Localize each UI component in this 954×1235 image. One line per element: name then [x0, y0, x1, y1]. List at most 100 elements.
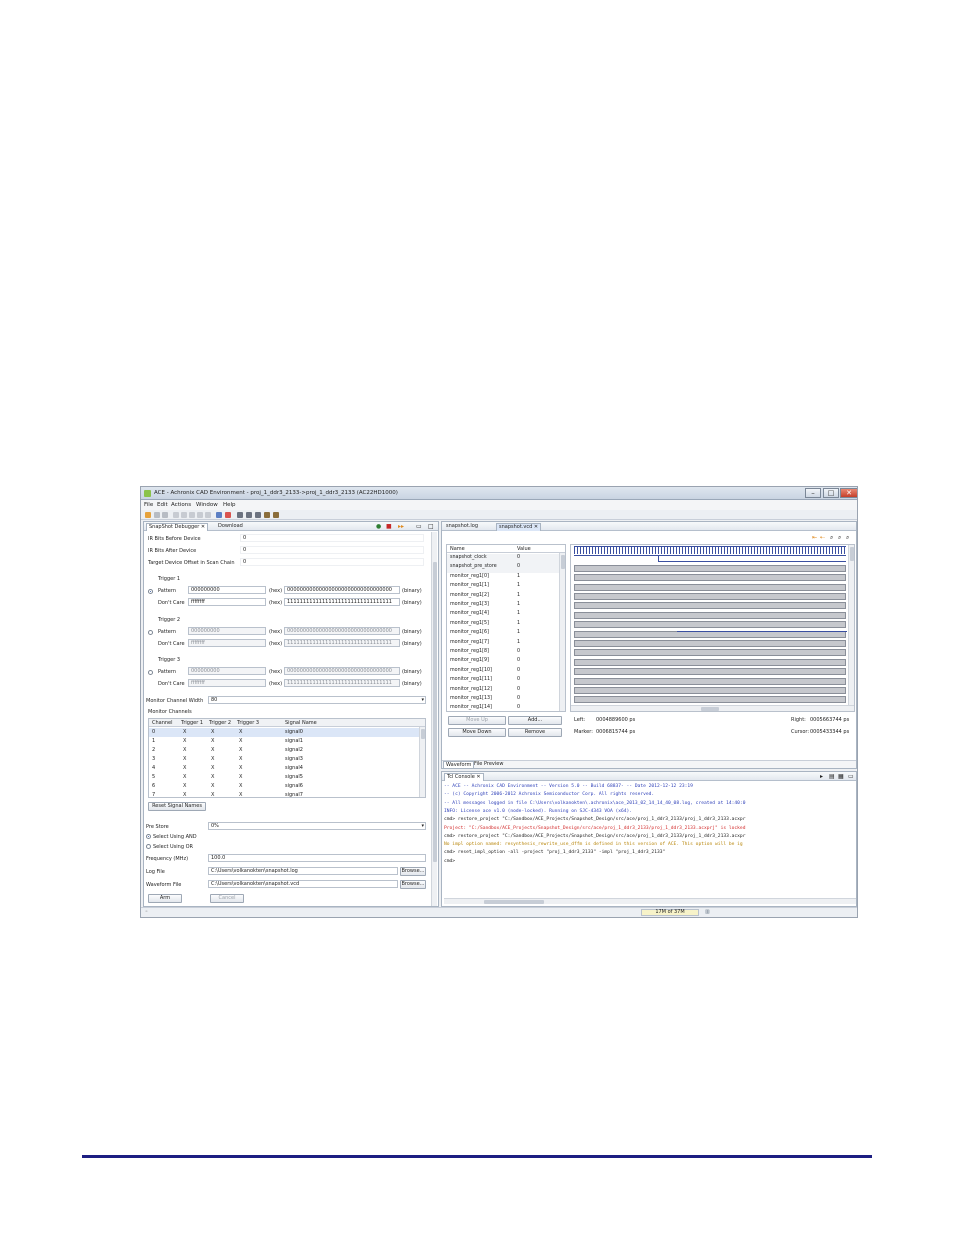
list-item[interactable]: monitor_reg1[8] 0 — [447, 648, 559, 657]
tab-snapshot-log[interactable]: snapshot.log — [444, 523, 480, 531]
frequency-field[interactable]: 100.0 — [208, 854, 426, 862]
tab-waveform[interactable]: Waveform — [443, 761, 475, 768]
trigger3-pattern-bin[interactable]: 000000000000000000000000000000000 — [284, 667, 400, 675]
list-item[interactable]: monitor_reg1[3] 1 — [447, 601, 559, 610]
minimize-button[interactable]: – — [805, 488, 821, 498]
close-button[interactable]: ✕ — [840, 488, 857, 498]
table-row[interactable]: 5 X X Xsignal5 — [149, 773, 419, 782]
trigger1-dontcare-bin[interactable]: 111111111111111111111111111111111 — [284, 598, 400, 606]
scroll-thumb[interactable] — [701, 707, 719, 711]
trigger1-pattern-bin[interactable]: 000000000000000000000000000000000 — [284, 586, 400, 594]
zoom-out-icon[interactable]: ⌕ — [838, 534, 841, 542]
trigger3-pattern-hex[interactable]: 000000000 — [188, 667, 266, 675]
maximize-view-icon[interactable]: □ — [428, 523, 434, 530]
add-signal-button[interactable]: Add... — [508, 716, 562, 725]
zoom-fit-icon[interactable]: ⌕ — [846, 534, 849, 542]
paste-icon[interactable] — [205, 512, 211, 518]
table-row[interactable]: 6 X X Xsignal6 — [149, 782, 419, 791]
console-minimize-icon[interactable]: ▭ — [848, 773, 854, 780]
prestore-select[interactable]: 0% ▾ — [208, 822, 426, 830]
stop-debug-icon[interactable]: ■ — [386, 523, 392, 530]
list-item[interactable]: monitor_reg1[14] 0 — [447, 704, 559, 711]
list-item[interactable]: monitor_reg1[9] 0 — [447, 657, 559, 666]
list-item[interactable]: monitor_reg1[12] 0 — [447, 686, 559, 695]
tab-snapshot-vcd[interactable]: snapshot.vcd ✕ — [496, 523, 542, 531]
report-icon[interactable] — [264, 512, 270, 518]
redo-icon[interactable] — [181, 512, 187, 518]
scroll-thumb[interactable] — [850, 547, 854, 561]
settings-icon[interactable] — [237, 512, 243, 518]
move-up-button[interactable]: Move Up — [448, 716, 506, 725]
zoom-prev-icon[interactable]: ⇠ — [820, 534, 825, 541]
list-item[interactable]: monitor_reg1[10] 0 — [447, 667, 559, 676]
waveform-hscroll[interactable] — [571, 705, 854, 711]
tab-file-preview[interactable]: File Preview — [472, 761, 505, 768]
tab-download[interactable]: Download — [216, 523, 245, 531]
run-debug-icon[interactable]: ● — [376, 523, 381, 530]
list-item[interactable]: monitor_reg1[1] 1 — [447, 582, 559, 591]
tab-snapshot-debugger[interactable]: SnapShot Debugger ✕ — [146, 523, 209, 531]
run-icon[interactable] — [216, 512, 222, 518]
col-value[interactable]: Value — [517, 546, 531, 552]
console-run-icon[interactable]: ▸ — [820, 773, 823, 780]
trigger3-dontcare-hex[interactable]: ffffffff — [188, 679, 266, 687]
list-item[interactable]: monitor_reg1[6] 1 — [447, 629, 559, 638]
select-or-radio[interactable] — [146, 844, 151, 849]
new-project-icon[interactable] — [145, 512, 151, 518]
trigger1-radio[interactable] — [148, 589, 153, 594]
channel-table-scrollbar[interactable] — [419, 727, 425, 797]
console-scroll-lock-icon[interactable]: ▦ — [838, 773, 844, 780]
table-row[interactable]: 4 X X Xsignal4 — [149, 764, 419, 773]
trigger2-dontcare-bin[interactable]: 111111111111111111111111111111111 — [284, 639, 400, 647]
list-item[interactable]: monitor_reg1[13] 0 — [447, 695, 559, 704]
stop-icon[interactable] — [225, 512, 231, 518]
table-row[interactable]: 0 X X Xsignal0 — [149, 728, 419, 737]
col-name[interactable]: Name — [450, 546, 465, 552]
chip-icon[interactable] — [273, 512, 279, 518]
col-signal-name[interactable]: Signal Name — [285, 720, 317, 726]
arm-button[interactable]: Arm — [148, 894, 182, 903]
scroll-thumb[interactable] — [484, 900, 544, 904]
logfile-field[interactable]: C:\Users\volkanokten\snapshot.log — [208, 867, 398, 875]
undo-icon[interactable] — [173, 512, 179, 518]
move-down-button[interactable]: Move Down — [448, 728, 506, 737]
scroll-thumb[interactable] — [433, 562, 437, 862]
tab-tcl-console[interactable]: Tcl Console ✕ — [444, 773, 484, 781]
trigger2-dontcare-hex[interactable]: ffffffff — [188, 639, 266, 647]
trigger2-pattern-bin[interactable]: 000000000000000000000000000000000 — [284, 627, 400, 635]
zoom-first-icon[interactable]: ⇤ — [812, 534, 817, 541]
list-item[interactable]: monitor_reg1[4] 1 — [447, 610, 559, 619]
table-row[interactable]: 1 X X Xsignal1 — [149, 737, 419, 746]
menu-file[interactable]: File — [144, 502, 153, 508]
monitor-width-select[interactable]: 80 ▾ — [208, 696, 426, 704]
trigger3-radio[interactable] — [148, 670, 153, 675]
zoom-in-icon[interactable]: ⌕ — [830, 534, 833, 542]
open-icon[interactable] — [154, 512, 160, 518]
layout-icon[interactable] — [246, 512, 252, 518]
maximize-button[interactable]: □ — [823, 488, 839, 498]
cancel-button[interactable]: Cancel — [210, 894, 244, 903]
waveform-canvas[interactable] — [570, 544, 855, 712]
waveform-file-field[interactable]: C:\Users\volkanokten\snapshot.vcd — [208, 880, 398, 888]
memory-indicator[interactable]: 17M of 37M — [641, 909, 699, 916]
select-and-radio[interactable] — [146, 834, 151, 839]
ir-after-field[interactable]: 0 — [240, 546, 424, 554]
reset-signal-names-button[interactable]: Reset Signal Names — [148, 802, 206, 811]
waveform-vscroll[interactable] — [848, 545, 854, 705]
list-item[interactable]: monitor_reg1[0] 1 — [447, 573, 559, 582]
menu-actions[interactable]: Actions — [171, 502, 191, 508]
trigger2-radio[interactable] — [148, 630, 153, 635]
logfile-browse-button[interactable]: Browse... — [400, 867, 426, 876]
view-icon[interactable] — [255, 512, 261, 518]
trash-icon[interactable]: ▥ — [705, 909, 710, 915]
scan-offset-field[interactable]: 0 — [240, 558, 424, 566]
table-row[interactable]: 7 X X Xsignal7 — [149, 791, 419, 797]
console-clear-icon[interactable]: ▤ — [829, 773, 835, 780]
list-item[interactable]: monitor_reg1[11] 0 — [447, 676, 559, 685]
waveform-browse-button[interactable]: Browse... — [400, 880, 426, 889]
trigger1-dontcare-hex[interactable]: ffffffff — [188, 598, 266, 606]
table-row[interactable]: 3 X X Xsignal3 — [149, 755, 419, 764]
cut-icon[interactable] — [189, 512, 195, 518]
col-trigger3[interactable]: Trigger 3 — [237, 720, 259, 726]
trigger3-dontcare-bin[interactable]: 111111111111111111111111111111111 — [284, 679, 400, 687]
